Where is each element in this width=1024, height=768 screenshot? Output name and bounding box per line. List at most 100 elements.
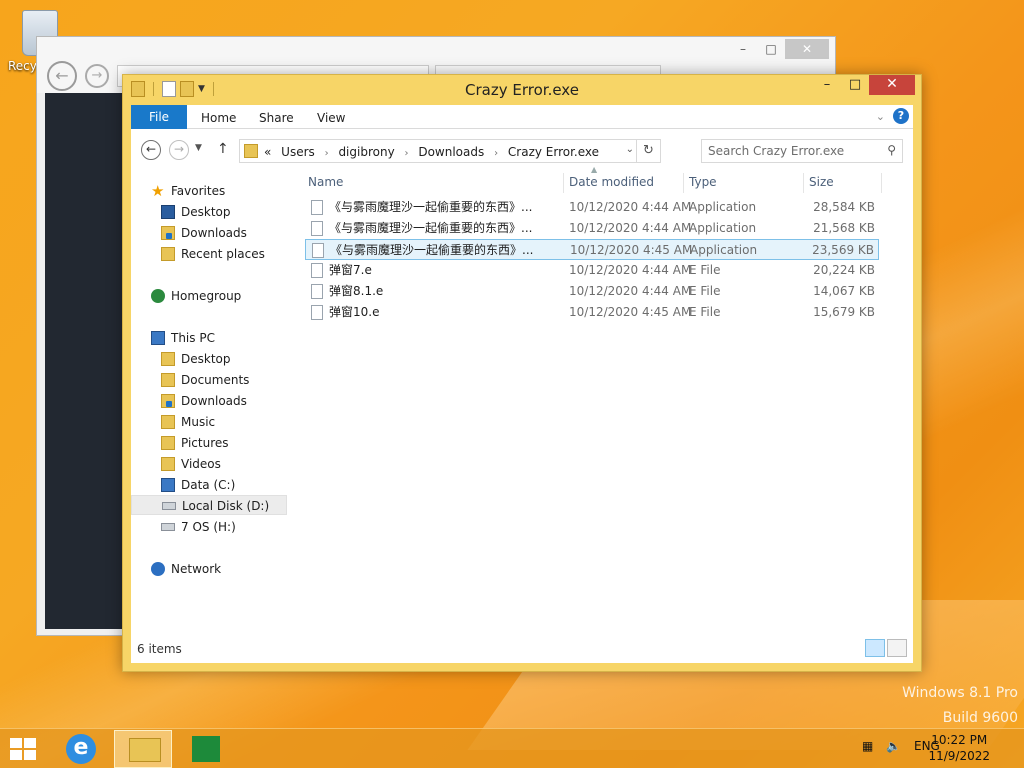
file-row[interactable]: 弹窗8.1.e 10/12/2020 4:44 AM E File 14,067… <box>305 281 879 302</box>
breadcrumb-chevron-icon[interactable]: › <box>494 148 498 159</box>
favorites-star-icon: ★ <box>151 182 165 200</box>
nav-downloads-label: Downloads <box>181 226 247 240</box>
close-button[interactable]: ✕ <box>869 75 915 95</box>
nav-local-disk-d[interactable]: Local Disk (D:) <box>131 495 287 515</box>
network-icon <box>151 562 165 576</box>
volume-icon[interactable]: 🔈 <box>886 739 901 753</box>
details-view-icon[interactable] <box>865 639 885 657</box>
browser-caption-buttons: – □ ✕ <box>729 39 829 59</box>
navigation-pane: ★ Favorites Desktop Downloads Recent pla… <box>131 169 289 633</box>
windows-watermark-edition: Windows 8.1 Pro <box>902 685 1018 701</box>
taskbar-internet-explorer[interactable]: e <box>52 730 110 768</box>
desktop-icon <box>161 205 175 219</box>
nav-favorites-label: Favorites <box>171 184 226 198</box>
nav-pictures-label: Pictures <box>181 436 229 450</box>
taskbar-file-explorer[interactable] <box>114 730 172 768</box>
file-row[interactable]: 《与雾雨魔理沙一起偷重要的东西》... 10/12/2020 4:45 AM A… <box>305 239 879 260</box>
ribbon-right-controls: ⌄ ? <box>876 108 909 124</box>
expand-ribbon-chevron-icon[interactable]: ⌄ <box>876 110 885 123</box>
file-row[interactable]: 弹窗10.e 10/12/2020 4:45 AM E File 15,679 … <box>305 302 879 323</box>
file-icon <box>311 284 323 299</box>
recent-locations-chevron-icon[interactable]: ▼ <box>195 143 202 153</box>
file-date: 10/12/2020 4:45 AM <box>569 305 692 319</box>
column-divider[interactable] <box>563 173 564 193</box>
file-row[interactable]: 弹窗7.e 10/12/2020 4:44 AM E File 20,224 K… <box>305 260 879 281</box>
search-box[interactable]: ⚲ <box>701 139 903 163</box>
maximize-button[interactable]: □ <box>841 75 869 95</box>
file-type: E File <box>689 284 721 298</box>
column-headers: ▲ Name Date modified Type Size <box>299 165 883 195</box>
column-divider[interactable] <box>881 173 882 193</box>
tab-view[interactable]: View <box>317 105 345 129</box>
breadcrumb-chevron-icon[interactable]: › <box>405 148 409 159</box>
breadcrumb-chevron-icon[interactable]: › <box>325 148 329 159</box>
breadcrumb-current-folder[interactable]: Crazy Error.exe <box>508 145 599 159</box>
file-date: 10/12/2020 4:44 AM <box>569 200 692 214</box>
forward-arrow-icon[interactable]: → <box>169 140 189 160</box>
column-type[interactable]: Type <box>689 175 717 189</box>
breadcrumb-digibrony[interactable]: digibrony <box>338 145 394 159</box>
file-size: 20,224 KB <box>813 263 875 277</box>
large-icons-view-icon[interactable] <box>887 639 907 657</box>
file-size: 28,584 KB <box>813 200 875 214</box>
nav-documents-label: Documents <box>181 373 250 387</box>
up-arrow-icon[interactable]: ↑ <box>217 141 229 157</box>
tab-home[interactable]: Home <box>201 105 236 129</box>
network-tray-icon[interactable]: ▦ <box>862 739 873 753</box>
search-icon[interactable]: ⚲ <box>887 143 896 157</box>
caption-buttons: – □ ✕ <box>813 75 915 95</box>
tab-file[interactable]: File <box>131 105 187 129</box>
column-divider[interactable] <box>803 173 804 193</box>
minimize-button[interactable]: – <box>813 75 841 95</box>
breadcrumb-users[interactable]: Users <box>281 145 315 159</box>
windows-watermark-build: Build 9600 <box>942 710 1018 726</box>
file-type: E File <box>689 263 721 277</box>
column-divider[interactable] <box>683 173 684 193</box>
file-type: Application <box>690 243 758 257</box>
column-date-modified[interactable]: Date modified <box>569 175 654 189</box>
start-button[interactable] <box>10 738 38 762</box>
browser-content-area <box>45 93 125 629</box>
breadcrumb-overflow[interactable]: « <box>264 145 271 159</box>
file-row[interactable]: 《与雾雨魔理沙一起偷重要的东西》... 10/12/2020 4:44 AM A… <box>305 218 879 239</box>
back-arrow-icon[interactable]: ← <box>141 140 161 160</box>
file-explorer-icon <box>129 738 161 762</box>
music-folder-icon <box>161 415 175 429</box>
windows-logo-icon <box>10 750 22 760</box>
breadcrumb-downloads[interactable]: Downloads <box>418 145 484 159</box>
windows-logo-icon <box>10 738 22 748</box>
browser-minimize-button[interactable]: – <box>729 39 757 59</box>
file-name: 弹窗7.e <box>329 263 372 277</box>
file-icon <box>311 263 323 278</box>
downloads-folder-icon <box>161 226 175 240</box>
taskbar-store[interactable] <box>176 730 234 768</box>
browser-back-icon[interactable]: ← <box>47 61 77 91</box>
address-bar[interactable]: « Users › digibrony › Downloads › Crazy … <box>239 139 661 163</box>
browser-forward-icon[interactable]: → <box>85 64 109 88</box>
homegroup-icon <box>151 289 165 303</box>
file-size: 23,569 KB <box>812 243 874 257</box>
nav-recent-label: Recent places <box>181 247 265 261</box>
file-icon <box>311 305 323 320</box>
browser-close-button[interactable]: ✕ <box>785 39 829 59</box>
help-icon[interactable]: ? <box>893 108 909 124</box>
title-bar[interactable]: ▼ Crazy Error.exe – □ ✕ <box>123 75 921 105</box>
file-name: 《与雾雨魔理沙一起偷重要的东西》... <box>329 221 533 235</box>
browser-maximize-button[interactable]: □ <box>757 39 785 59</box>
system-clock[interactable]: 10:22 PM 11/9/2022 <box>928 732 990 764</box>
navigation-bar: ← → ▼ ↑ « Users › digibrony › Downloads … <box>131 129 913 169</box>
search-input[interactable] <box>708 143 876 159</box>
address-dropdown-chevron-icon[interactable]: ⌄ <box>626 144 634 155</box>
file-type: Application <box>689 200 757 214</box>
documents-folder-icon <box>161 373 175 387</box>
refresh-icon[interactable]: ↻ <box>636 140 660 162</box>
tab-share[interactable]: Share <box>259 105 294 129</box>
file-name: 弹窗10.e <box>329 305 380 319</box>
file-icon <box>311 221 323 236</box>
file-icon <box>312 243 324 258</box>
file-name: 弹窗8.1.e <box>329 284 384 298</box>
downloads-folder-icon <box>161 394 175 408</box>
column-size[interactable]: Size <box>809 175 834 189</box>
file-row[interactable]: 《与雾雨魔理沙一起偷重要的东西》... 10/12/2020 4:44 AM A… <box>305 197 879 218</box>
column-name[interactable]: Name <box>308 175 343 189</box>
